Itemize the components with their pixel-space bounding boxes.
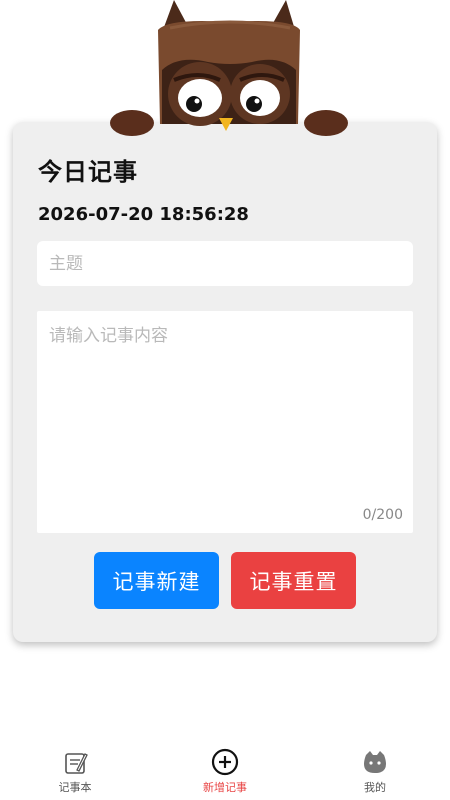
reset-note-button[interactable]: 记事重置 bbox=[231, 552, 356, 609]
tab-add-note-label: 新增记事 bbox=[203, 781, 247, 794]
create-note-button[interactable]: 记事新建 bbox=[94, 552, 219, 609]
content-textarea[interactable] bbox=[37, 311, 413, 501]
character-counter: 0/200 bbox=[362, 507, 403, 523]
profile-icon bbox=[364, 751, 386, 773]
content-field: 0/200 bbox=[37, 311, 413, 533]
current-datetime: 2026-07-20 18:56:28 bbox=[38, 204, 249, 225]
notebook-icon bbox=[65, 753, 88, 774]
owl-mascot-illustration bbox=[110, 0, 348, 136]
new-note-card: 今日记事 2026-07-20 18:56:28 0/200 记事新建 记事重置 bbox=[13, 122, 437, 642]
tab-add-note[interactable]: 新增记事 bbox=[185, 748, 265, 798]
tab-mine[interactable]: 我的 bbox=[335, 748, 415, 798]
plus-circle-icon bbox=[211, 748, 239, 776]
page-title: 今日记事 bbox=[38, 158, 138, 186]
subject-input[interactable] bbox=[37, 241, 413, 286]
bottom-tab-bar: 记事本 新增记事 我的 bbox=[0, 742, 450, 800]
tab-notebook-label: 记事本 bbox=[58, 781, 92, 794]
tab-mine-label: 我的 bbox=[364, 781, 386, 794]
tab-notebook[interactable]: 记事本 bbox=[35, 748, 115, 798]
